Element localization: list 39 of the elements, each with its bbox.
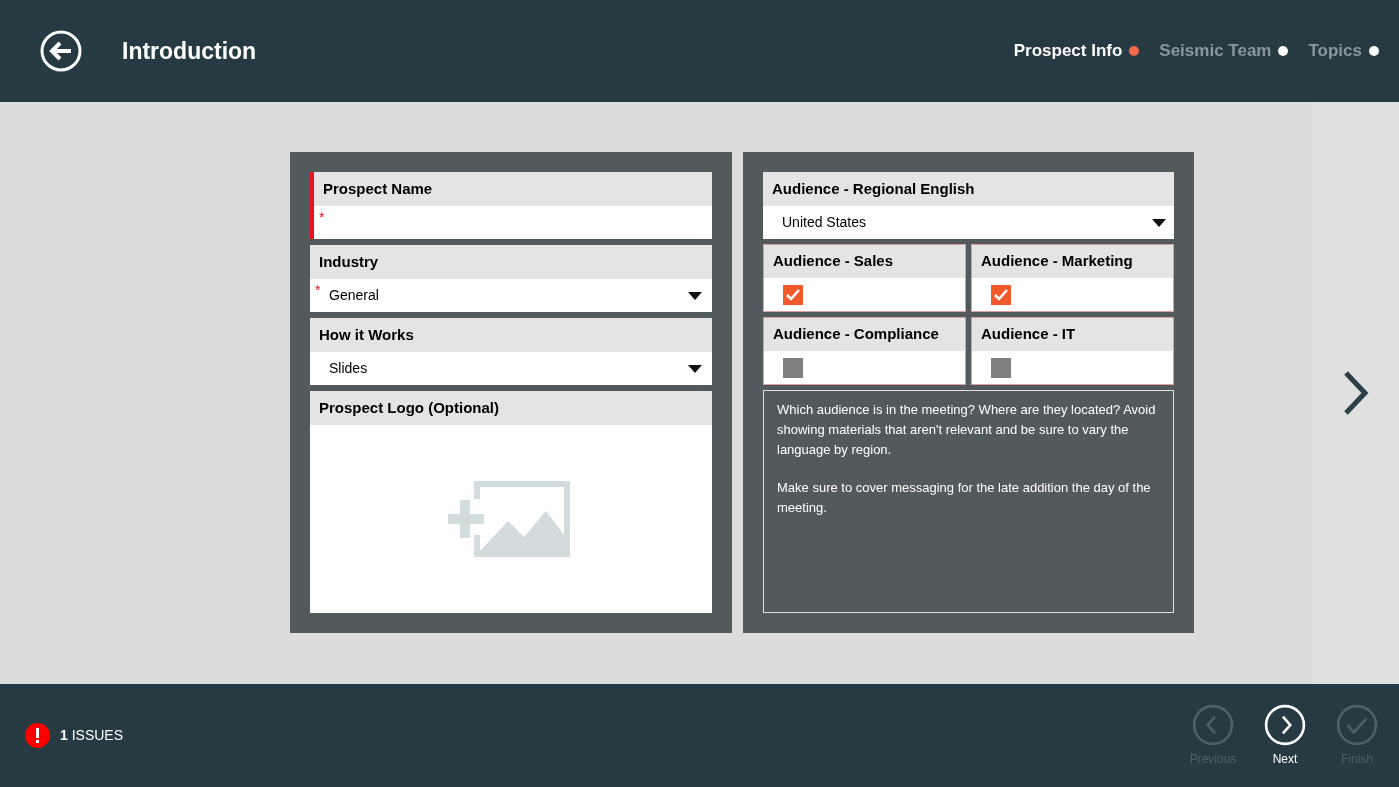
field-label: Audience - Sales (773, 251, 894, 272)
checkbox[interactable] (991, 357, 1011, 378)
dropdown-caret-icon (1152, 218, 1166, 227)
input-field[interactable]: * (314, 206, 712, 239)
dropdown-caret-icon (688, 291, 702, 300)
dropdown-field[interactable]: United States (763, 206, 1174, 239)
dropdown-caret-icon (688, 364, 702, 373)
chevron-right-icon (1341, 370, 1371, 416)
field-label: Audience - Regional English (772, 178, 975, 199)
note-paragraph: Which audience is in the meeting? Where are they located? Avoid showing materials that aren't relevant and be sure to vary the language by region. (777, 401, 1157, 459)
note-paragraph: Make sure to cover messaging for the late addition the day of the meeting. (777, 479, 1152, 517)
page-title: Introduction (122, 36, 257, 66)
chevron-right-icon (1264, 703, 1306, 746)
step-tab[interactable]: Prospect Info (1013, 38, 1140, 64)
step-tab[interactable]: Topics (1308, 38, 1379, 64)
checkbox[interactable] (783, 357, 803, 378)
error-icon (25, 723, 50, 748)
field-label: How it Works (319, 324, 414, 345)
required-marker: * (319, 208, 325, 227)
field-label: Audience - Marketing (981, 251, 1133, 272)
back-button[interactable] (40, 30, 82, 72)
field-label: Prospect Logo (Optional) (319, 397, 499, 418)
required-marker: * (315, 281, 321, 300)
checkbox[interactable] (991, 284, 1011, 305)
dropdown-field[interactable]: * General (310, 279, 712, 312)
check-icon (786, 288, 800, 301)
checkbox[interactable] (783, 284, 803, 305)
step-tab[interactable]: Seismic Team (1159, 38, 1289, 64)
field-label: Prospect Name (323, 178, 433, 199)
field-label: Industry (319, 251, 379, 272)
check-icon (994, 288, 1008, 301)
issues-count: 1 ISSUES (60, 726, 124, 745)
dropdown-field[interactable]: Slides (310, 352, 712, 385)
field-label: Audience - Compliance (773, 324, 939, 345)
nav-button[interactable]: Next (1249, 703, 1321, 768)
field-label: Audience - IT (981, 324, 1076, 345)
next-page-button[interactable] (1341, 370, 1371, 416)
chevron-left-icon (1192, 703, 1234, 746)
check-icon (1336, 703, 1378, 746)
